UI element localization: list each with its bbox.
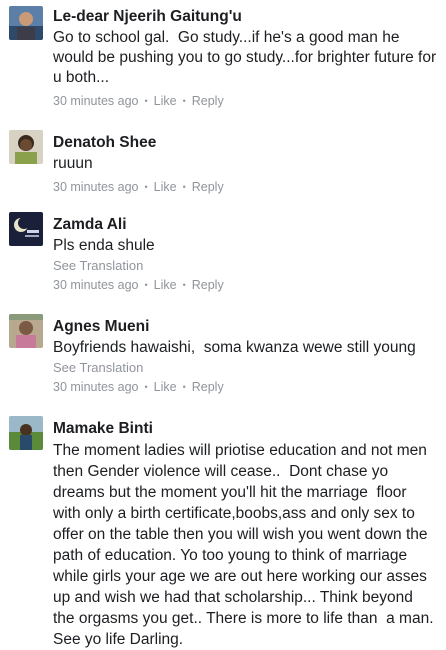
separator-dot: • [182, 182, 186, 192]
comment-author[interactable]: Mamake Binti [53, 420, 438, 438]
comment-meta: 30 minutes ago • Like • Reply [53, 276, 438, 294]
avatar[interactable] [9, 416, 43, 450]
comment-meta: 30 minutes ago • Like • Reply [53, 178, 438, 196]
comment-time: 30 minutes ago [53, 278, 139, 292]
comment-meta: 30 minutes ago • Like • Reply [53, 378, 438, 396]
avatar[interactable] [9, 212, 43, 246]
profile-photo-icon [9, 130, 43, 164]
comment-time: 30 minutes ago [53, 94, 139, 108]
comment-text: Go to school gal. Go study...if he's a g… [53, 29, 441, 86]
avatar[interactable] [9, 130, 43, 164]
reply-button[interactable]: Reply [192, 180, 224, 194]
avatar[interactable] [9, 6, 43, 40]
comment-author[interactable]: Le-dear Njeerih Gaitung'u [53, 8, 438, 26]
profile-photo-icon [9, 416, 43, 450]
reply-button[interactable]: Reply [192, 380, 224, 394]
separator-dot: • [182, 96, 186, 106]
avatar[interactable] [9, 314, 43, 348]
reply-button[interactable]: Reply [192, 278, 224, 292]
separator-dot: • [144, 280, 148, 290]
comment-author[interactable]: Zamda Ali [53, 216, 438, 234]
profile-photo-icon [9, 212, 43, 246]
separator-dot: • [144, 382, 148, 392]
comment-text: Pls enda shule [53, 237, 155, 254]
see-translation-link[interactable]: See Translation [53, 359, 438, 377]
separator-dot: • [182, 382, 186, 392]
like-button[interactable]: Like [154, 180, 177, 194]
reply-button[interactable]: Reply [192, 94, 224, 108]
separator-dot: • [182, 280, 186, 290]
see-translation-link[interactable]: See Translation [53, 257, 438, 275]
like-button[interactable]: Like [154, 380, 177, 394]
comment-text: The moment ladies will priotise educatio… [53, 442, 438, 648]
comment-text: Boyfriends hawaishi, soma kwanza wewe st… [53, 339, 416, 356]
comment-meta: 30 minutes ago • Like • Reply [53, 92, 438, 110]
comment-author[interactable]: Agnes Mueni [53, 318, 438, 336]
profile-photo-icon [9, 6, 43, 40]
profile-photo-icon [9, 314, 43, 348]
separator-dot: • [144, 182, 148, 192]
comment-author[interactable]: Denatoh Shee [53, 134, 438, 152]
comment-feed: Le-dear Njeerih Gaitung'u Go to school g… [0, 0, 446, 648]
like-button[interactable]: Like [154, 278, 177, 292]
comment-text: ruuun [53, 155, 93, 172]
separator-dot: • [144, 96, 148, 106]
like-button[interactable]: Like [154, 94, 177, 108]
comment-time: 30 minutes ago [53, 180, 139, 194]
comment-time: 30 minutes ago [53, 380, 139, 394]
